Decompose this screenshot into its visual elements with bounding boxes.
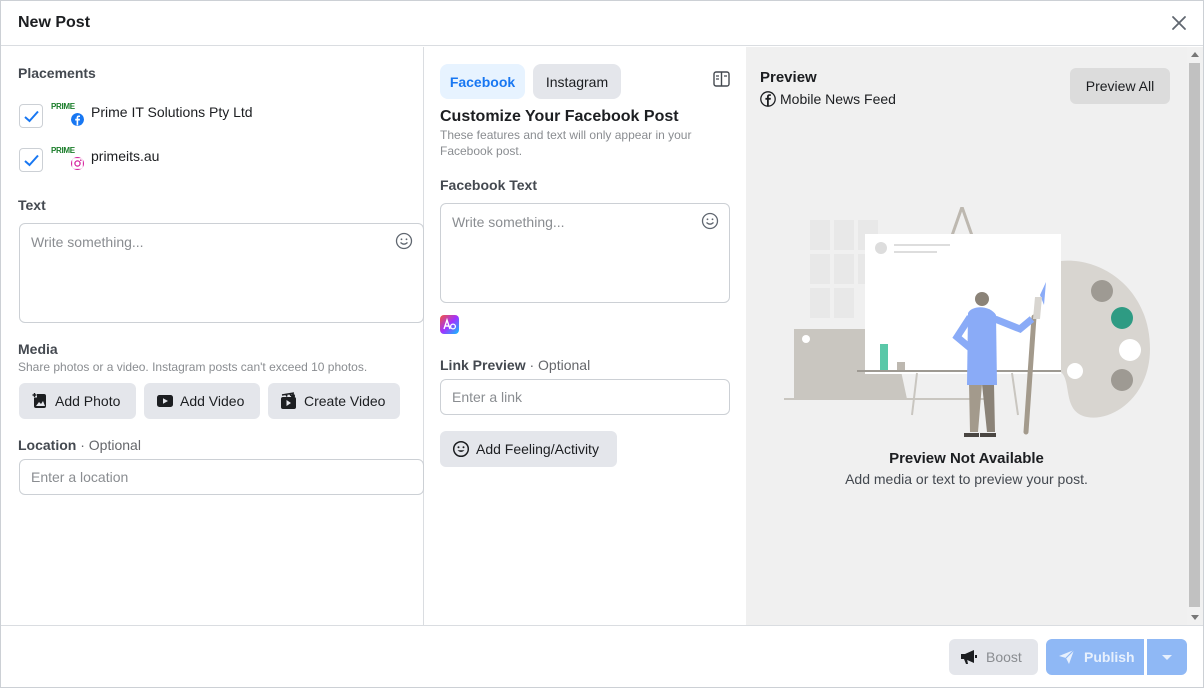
checkmark-icon [24,154,39,167]
add-feeling-label: Add Feeling/Activity [476,441,599,457]
emoji-icon[interactable] [701,212,719,230]
instagram-icon [71,157,84,170]
location-title: Location · Optional [18,437,141,453]
page-avatar: PRIME [51,145,84,170]
placement-checkbox[interactable] [19,148,43,172]
preview-feed-label: Mobile News Feed [780,91,896,107]
customize-column: Facebook Instagram Customize Your Facebo… [424,47,746,625]
media-hint: Share photos or a video. Instagram posts… [18,360,368,374]
close-icon[interactable] [1169,13,1189,33]
placement-facebook[interactable]: PRIME Prime IT Solutions Pty Ltd [19,101,399,128]
compose-column: Placements PRIME Prime IT Solutions Pty … [1,47,424,625]
facebook-icon [760,91,776,107]
add-photo-label: Add Photo [55,393,121,409]
preview-title: Preview [760,69,817,86]
boost-label: Boost [986,649,1022,665]
scroll-up-icon[interactable] [1191,52,1199,57]
preview-placeholder-illustration [784,207,1150,437]
send-icon [1059,649,1075,664]
new-post-dialog: New Post Placements PRIME Prime IT Solut… [0,0,1204,688]
placement-instagram[interactable]: PRIME primeits.au [19,145,399,172]
customize-hint: These features and text will only appear… [440,128,692,158]
create-video-button[interactable]: Create Video [268,383,400,419]
page-avatar: PRIME [51,101,84,126]
text-format-icon[interactable] [440,315,459,334]
post-text-area[interactable]: Write something... [19,223,424,323]
boost-button[interactable]: Boost [949,639,1038,675]
prime-logo: PRIME [51,146,75,155]
preview-scrollbar[interactable] [1187,47,1203,625]
side-by-side-icon[interactable] [713,71,730,87]
megaphone-icon [961,650,977,664]
link-preview-label: Link Preview [440,357,526,373]
dialog-footer: Boost Publish [1,625,1203,687]
add-photo-icon [32,392,46,408]
placement-checkbox[interactable] [19,104,43,128]
video-icon [157,395,173,407]
facebook-icon [71,113,84,126]
publish-label: Publish [1084,649,1135,665]
facebook-text-placeholder: Write something... [452,214,565,230]
post-text-placeholder: Write something... [31,234,144,250]
feeling-icon [452,440,470,458]
publish-button[interactable]: Publish [1046,639,1144,675]
emoji-icon[interactable] [395,232,413,250]
dialog-header: New Post [1,1,1203,46]
location-input[interactable]: Enter a location [19,459,424,495]
placement-name: Prime IT Solutions Pty Ltd [91,104,253,120]
link-input[interactable]: Enter a link [440,379,730,415]
link-placeholder: Enter a link [452,389,523,405]
placements-title: Placements [18,65,96,81]
dialog-title: New Post [18,14,91,31]
checkmark-icon [24,110,39,123]
prime-logo: PRIME [51,102,75,111]
link-preview-optional: · Optional [529,357,591,373]
tab-facebook-label: Facebook [449,74,516,90]
location-label: Location [18,437,77,453]
link-preview-title: Link Preview · Optional [440,357,590,373]
scroll-down-icon[interactable] [1191,615,1199,620]
add-video-label: Add Video [180,393,245,409]
add-video-button[interactable]: Add Video [144,383,260,419]
facebook-text-area[interactable]: Write something... [440,203,730,303]
publish-options-button[interactable] [1147,639,1187,675]
add-feeling-button[interactable]: Add Feeling/Activity [440,431,617,467]
tab-facebook[interactable]: Facebook [440,64,525,99]
text-section-title: Text [18,197,46,213]
facebook-text-title: Facebook Text [440,177,537,193]
scrollbar-thumb[interactable] [1189,63,1200,607]
create-video-icon [281,392,296,409]
preview-all-button[interactable]: Preview All [1070,68,1170,104]
preview-unavailable-text: Add media or text to preview your post. [845,471,1088,487]
chevron-down-icon [1162,655,1172,660]
preview-all-label: Preview All [1085,78,1155,94]
placement-name: primeits.au [91,148,160,164]
media-title: Media [18,341,58,357]
location-optional: · Optional [80,437,141,453]
tab-instagram-label: Instagram [545,74,609,90]
location-placeholder: Enter a location [31,469,129,485]
preview-panel: Preview Mobile News Feed Preview All Pre… [746,47,1187,625]
customize-title: Customize Your Facebook Post [440,108,679,125]
add-photo-button[interactable]: Add Photo [19,383,136,419]
create-video-label: Create Video [304,393,386,409]
tab-instagram[interactable]: Instagram [533,64,621,99]
preview-unavailable-title: Preview Not Available [889,450,1044,467]
